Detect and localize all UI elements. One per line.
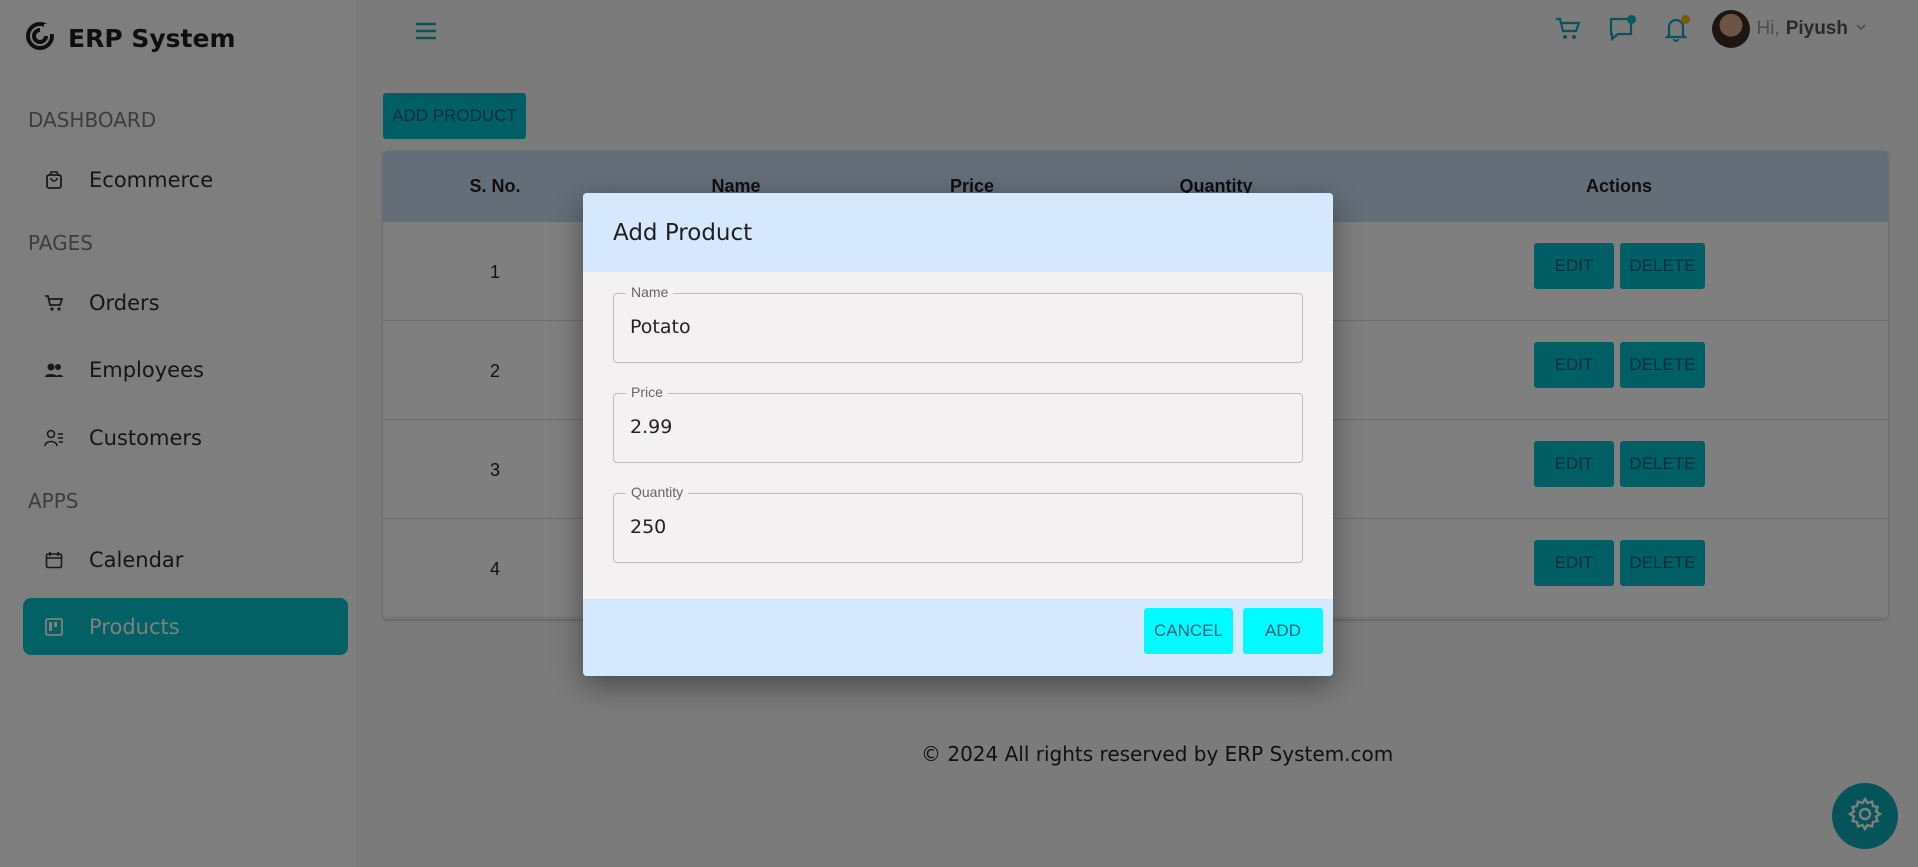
name-input[interactable] xyxy=(630,316,1280,338)
dialog-header: Add Product xyxy=(583,193,1333,272)
name-field[interactable]: Name xyxy=(613,284,1303,363)
name-field-label: Name xyxy=(626,284,674,300)
dialog-title: Add Product xyxy=(613,219,753,246)
cancel-button[interactable]: CANCEL xyxy=(1144,608,1233,654)
quantity-field[interactable]: Quantity xyxy=(613,484,1303,563)
price-input[interactable] xyxy=(630,416,1280,438)
add-product-dialog: Add Product Name Price Quantity CANCEL A… xyxy=(583,193,1333,676)
price-field[interactable]: Price xyxy=(613,384,1303,463)
quantity-input[interactable] xyxy=(630,516,1280,538)
dialog-footer: CANCEL ADD xyxy=(583,599,1333,676)
price-field-label: Price xyxy=(626,384,668,400)
add-button[interactable]: ADD xyxy=(1243,608,1323,654)
quantity-field-label: Quantity xyxy=(626,484,689,500)
